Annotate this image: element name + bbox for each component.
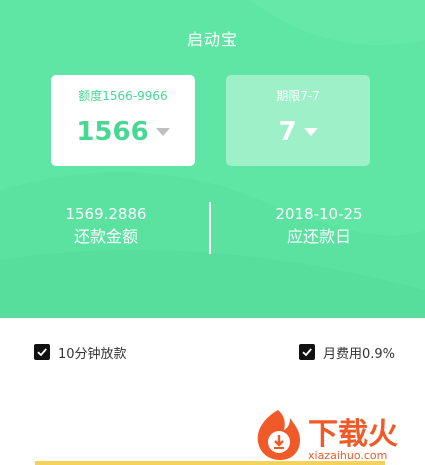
due-date-label: 应还款日 <box>286 227 351 246</box>
watermark-logo: 下载火 xiazaihuo.com <box>257 410 398 462</box>
watermark-brand: 下载火 <box>308 417 398 452</box>
repayment-amount-label: 还款金额 <box>73 227 138 246</box>
option-monthly-fee[interactable]: 月费用0.9% <box>299 342 395 362</box>
repayment-amount-value: 1569.2886 <box>65 205 147 223</box>
loan-amount-value-row: 1566 <box>51 115 195 149</box>
checkbox-checked-icon[interactable] <box>299 344 315 360</box>
due-date-value: 2018-10-25 <box>275 205 363 223</box>
flame-logo-icon <box>257 410 300 460</box>
checkbox-checked-icon[interactable] <box>34 344 50 360</box>
loan-amount-range-label: 额度1566-9966 <box>78 89 168 103</box>
dropdown-arrow-icon <box>303 128 318 136</box>
repayment-amount-stat: 1569.2886 还款金额 <box>0 204 212 250</box>
watermark-url: xiazaihuo.com <box>308 449 387 462</box>
hero-panel: 启动宝 额度1566-9966 1566 期限7-7 7 1569.2886 还… <box>0 0 425 318</box>
loan-amount-value: 1566 <box>76 117 149 147</box>
app-title: 启动宝 <box>186 30 238 49</box>
option-label: 10分钟放款 <box>58 346 127 362</box>
loan-term-range-label: 期限7-7 <box>276 89 320 103</box>
due-date-stat: 2018-10-25 应还款日 <box>213 204 425 250</box>
loan-term-value: 7 <box>278 117 297 147</box>
loan-term-value-row: 7 <box>226 115 370 149</box>
stat-divider <box>209 202 211 254</box>
option-label: 月费用0.9% <box>323 346 396 362</box>
loan-amount-selector[interactable]: 额度1566-9966 1566 <box>51 75 195 166</box>
loan-term-selector[interactable]: 期限7-7 7 <box>226 75 370 166</box>
option-fast-disbursement[interactable]: 10分钟放款 <box>34 342 127 362</box>
dropdown-arrow-icon <box>155 128 170 136</box>
